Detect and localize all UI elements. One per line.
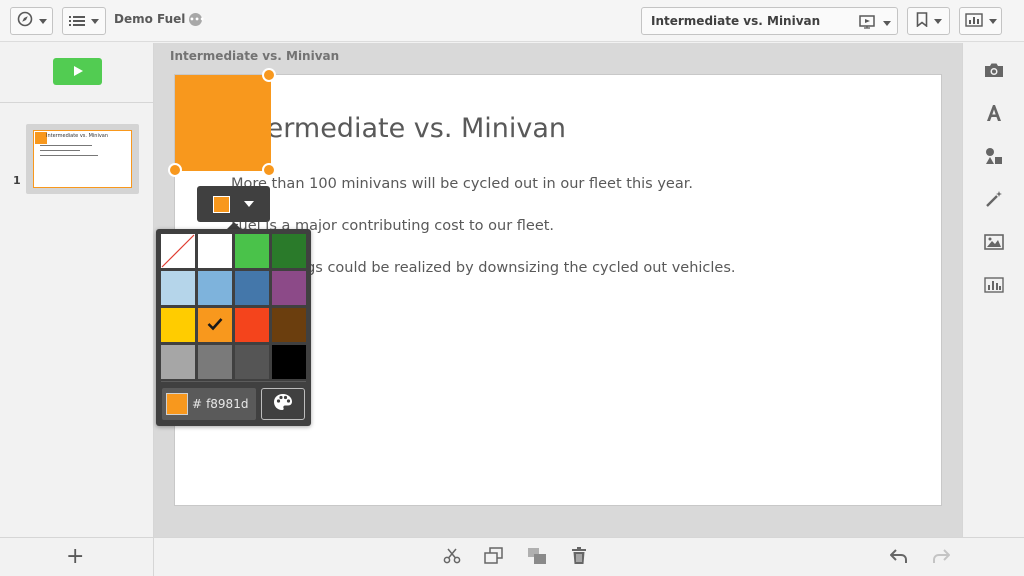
slide-number: 1 bbox=[13, 174, 21, 187]
resize-handle[interactable] bbox=[168, 163, 182, 177]
slide-name-label: Intermediate vs. Minivan bbox=[170, 49, 340, 63]
global-menu-button[interactable] bbox=[62, 7, 106, 35]
thumb-text-line bbox=[40, 150, 80, 151]
text-icon bbox=[985, 104, 1003, 126]
hex-color-preview bbox=[166, 393, 188, 415]
chevron-down-icon bbox=[38, 18, 47, 24]
shapes-icon bbox=[985, 147, 1003, 169]
chevron-down-icon bbox=[988, 18, 997, 24]
divider bbox=[153, 538, 154, 576]
delete-button[interactable] bbox=[569, 547, 589, 569]
right-toolbar bbox=[962, 43, 1024, 537]
custom-color-button[interactable] bbox=[261, 388, 305, 420]
arrange-icon bbox=[527, 547, 547, 569]
bookmark-icon bbox=[916, 11, 928, 31]
effects-tool[interactable] bbox=[983, 190, 1005, 212]
color-swatch[interactable] bbox=[235, 271, 269, 305]
hex-prefix: # bbox=[192, 397, 203, 411]
story-selector[interactable]: Intermediate vs. Minivan bbox=[641, 7, 898, 35]
chart-icon bbox=[984, 277, 1004, 297]
camera-icon bbox=[984, 62, 1004, 82]
snapshot-tool[interactable] bbox=[983, 61, 1005, 83]
cut-button[interactable] bbox=[442, 548, 462, 568]
color-swatch-grid bbox=[161, 234, 306, 379]
image-tool[interactable] bbox=[983, 233, 1005, 255]
text-tool[interactable] bbox=[983, 104, 1005, 126]
checkmark-icon bbox=[207, 316, 223, 335]
bottom-toolbar: + bbox=[0, 537, 1024, 576]
palette-icon bbox=[273, 393, 293, 415]
play-slideshow-icon[interactable] bbox=[859, 14, 877, 33]
redo-button[interactable] bbox=[931, 548, 951, 568]
effects-wand-icon bbox=[985, 190, 1003, 212]
story-name: Intermediate vs. Minivan bbox=[651, 14, 821, 28]
compass-icon bbox=[17, 11, 33, 31]
arrange-button[interactable] bbox=[527, 548, 547, 568]
delete-icon bbox=[571, 547, 587, 569]
color-picker-popover: # f8981d bbox=[156, 229, 311, 426]
story-selector-icons bbox=[859, 14, 891, 33]
chart-tool[interactable] bbox=[983, 276, 1005, 298]
slide-bullet-1[interactable]: More than 100 minivans will be cycled ou… bbox=[231, 176, 693, 192]
chevron-down-icon bbox=[883, 21, 891, 26]
play-icon bbox=[72, 62, 84, 81]
resize-handle[interactable] bbox=[262, 68, 276, 82]
hex-color-field[interactable]: # f8981d bbox=[162, 388, 256, 420]
color-swatch[interactable] bbox=[161, 308, 195, 342]
hex-value[interactable]: f8981d bbox=[206, 397, 248, 411]
color-swatch[interactable] bbox=[272, 308, 306, 342]
navigation-menu-button[interactable] bbox=[10, 7, 53, 35]
color-swatch[interactable] bbox=[198, 234, 232, 268]
chevron-down-icon bbox=[244, 201, 254, 207]
color-swatch[interactable] bbox=[161, 271, 195, 305]
image-icon bbox=[984, 234, 1004, 254]
redo-icon bbox=[932, 548, 951, 568]
slide-thumbnails-panel: 1 Intermediate vs. Minivan bbox=[0, 43, 154, 537]
divider bbox=[161, 381, 306, 382]
color-swatch[interactable] bbox=[272, 345, 306, 379]
divider bbox=[0, 102, 153, 103]
color-swatch[interactable] bbox=[198, 308, 232, 342]
chevron-down-icon bbox=[91, 18, 99, 24]
picker-pointer bbox=[227, 222, 241, 229]
color-swatch[interactable] bbox=[198, 271, 232, 305]
thumb-title: Intermediate vs. Minivan bbox=[46, 133, 109, 139]
duplicate-icon bbox=[484, 547, 504, 569]
app-title-group: Demo Fuel ••• bbox=[114, 12, 205, 26]
add-slide-button[interactable]: + bbox=[66, 546, 84, 568]
bookmarks-button[interactable] bbox=[907, 7, 950, 35]
fill-color-button[interactable] bbox=[197, 186, 270, 222]
sheet-view-icon bbox=[964, 12, 983, 31]
color-swatch[interactable] bbox=[272, 271, 306, 305]
undo-icon bbox=[889, 548, 908, 568]
slide-thumbnail[interactable]: Intermediate vs. Minivan bbox=[26, 124, 139, 194]
color-swatch[interactable] bbox=[272, 234, 306, 268]
chevron-down-icon bbox=[933, 18, 942, 24]
color-swatch[interactable] bbox=[235, 308, 269, 342]
app-title: Demo Fuel bbox=[114, 12, 186, 26]
color-swatch[interactable] bbox=[198, 345, 232, 379]
undo-button[interactable] bbox=[889, 548, 909, 568]
slide-title[interactable]: Intermediate vs. Minivan bbox=[231, 113, 566, 144]
sheet-view-button[interactable] bbox=[959, 7, 1002, 35]
thumb-text-line bbox=[40, 145, 92, 146]
color-swatch[interactable] bbox=[235, 345, 269, 379]
color-swatch[interactable] bbox=[161, 345, 195, 379]
app-info-icon[interactable]: ••• bbox=[189, 12, 205, 26]
no-color-swatch[interactable] bbox=[161, 234, 195, 268]
list-icon bbox=[69, 12, 85, 31]
cut-icon bbox=[443, 547, 461, 569]
current-color-swatch bbox=[213, 195, 230, 213]
duplicate-button[interactable] bbox=[484, 547, 504, 569]
shapes-tool[interactable] bbox=[983, 147, 1005, 169]
top-toolbar: Demo Fuel ••• Intermediate vs. Minivan bbox=[0, 0, 1024, 42]
no-color-icon bbox=[161, 234, 195, 268]
slide-thumbnail-preview: Intermediate vs. Minivan bbox=[33, 130, 132, 188]
selected-shape[interactable] bbox=[175, 75, 271, 171]
play-story-button[interactable] bbox=[53, 58, 102, 85]
resize-handle[interactable] bbox=[262, 163, 276, 177]
thumb-text-line bbox=[40, 155, 98, 156]
color-swatch[interactable] bbox=[235, 234, 269, 268]
